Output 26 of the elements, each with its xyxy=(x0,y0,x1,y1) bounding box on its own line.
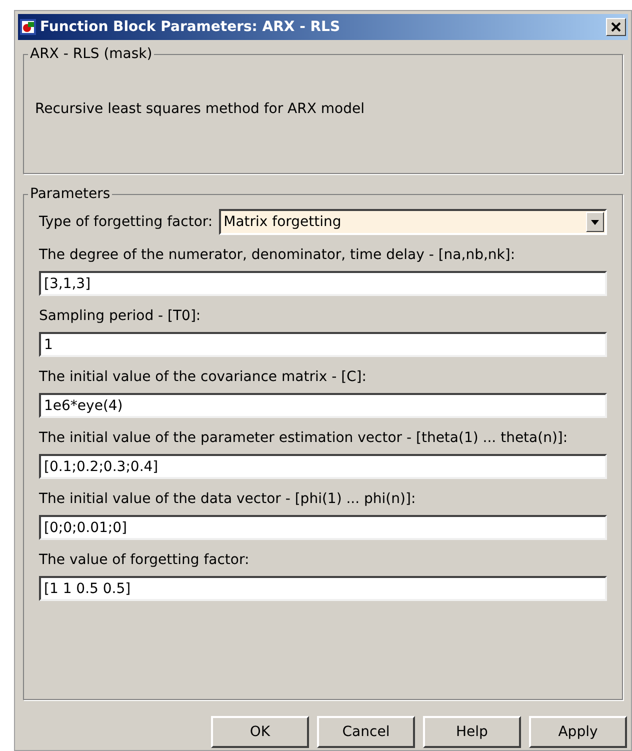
field-label: The initial value of the covariance matrix - [C]: xyxy=(39,368,368,387)
field-label: The degree of the numerator, denominator, time delay - [na,nb,nk]: xyxy=(39,246,516,265)
close-icon xyxy=(611,22,621,32)
group-title: ARX - RLS (mask) xyxy=(28,45,154,63)
dialog-button[interactable]: OK xyxy=(211,716,309,748)
input-field[interactable]: 1 xyxy=(39,332,607,357)
input-field[interactable]: [0;0;0.01;0] xyxy=(39,515,607,540)
field-label: Sampling period - [T0]: xyxy=(39,307,202,326)
app-icon xyxy=(20,19,36,35)
input-field[interactable]: 1e6*eye(4) xyxy=(39,393,607,418)
dialog-button[interactable]: Help xyxy=(423,716,521,748)
window-title: Function Block Parameters: ARX - RLS xyxy=(40,18,340,36)
dropdown-label: Type of forgetting factor: xyxy=(39,212,213,232)
description-text: Recursive least squares method for ARX model xyxy=(35,100,364,119)
dialog-button[interactable]: Cancel xyxy=(317,716,415,748)
field-label: The value of forgetting factor: xyxy=(39,551,250,570)
caret-icon xyxy=(591,220,599,224)
dropdown-arrow-button[interactable] xyxy=(586,212,604,232)
field-label: The initial value of the parameter estimation vector - [theta(1) ... theta(n)]: xyxy=(39,429,569,448)
dialog-button[interactable]: Apply xyxy=(529,716,627,748)
input-field[interactable]: [3,1,3] xyxy=(39,271,607,296)
input-field[interactable]: [1 1 0.5 0.5] xyxy=(39,576,607,601)
close-button[interactable] xyxy=(606,18,626,36)
input-field[interactable]: [0.1;0.2;0.3;0.4] xyxy=(39,454,607,479)
dropdown[interactable]: Matrix forgetting xyxy=(218,209,607,235)
field-label: The initial value of the data vector - [phi(1) ... phi(n)]: xyxy=(39,490,417,509)
